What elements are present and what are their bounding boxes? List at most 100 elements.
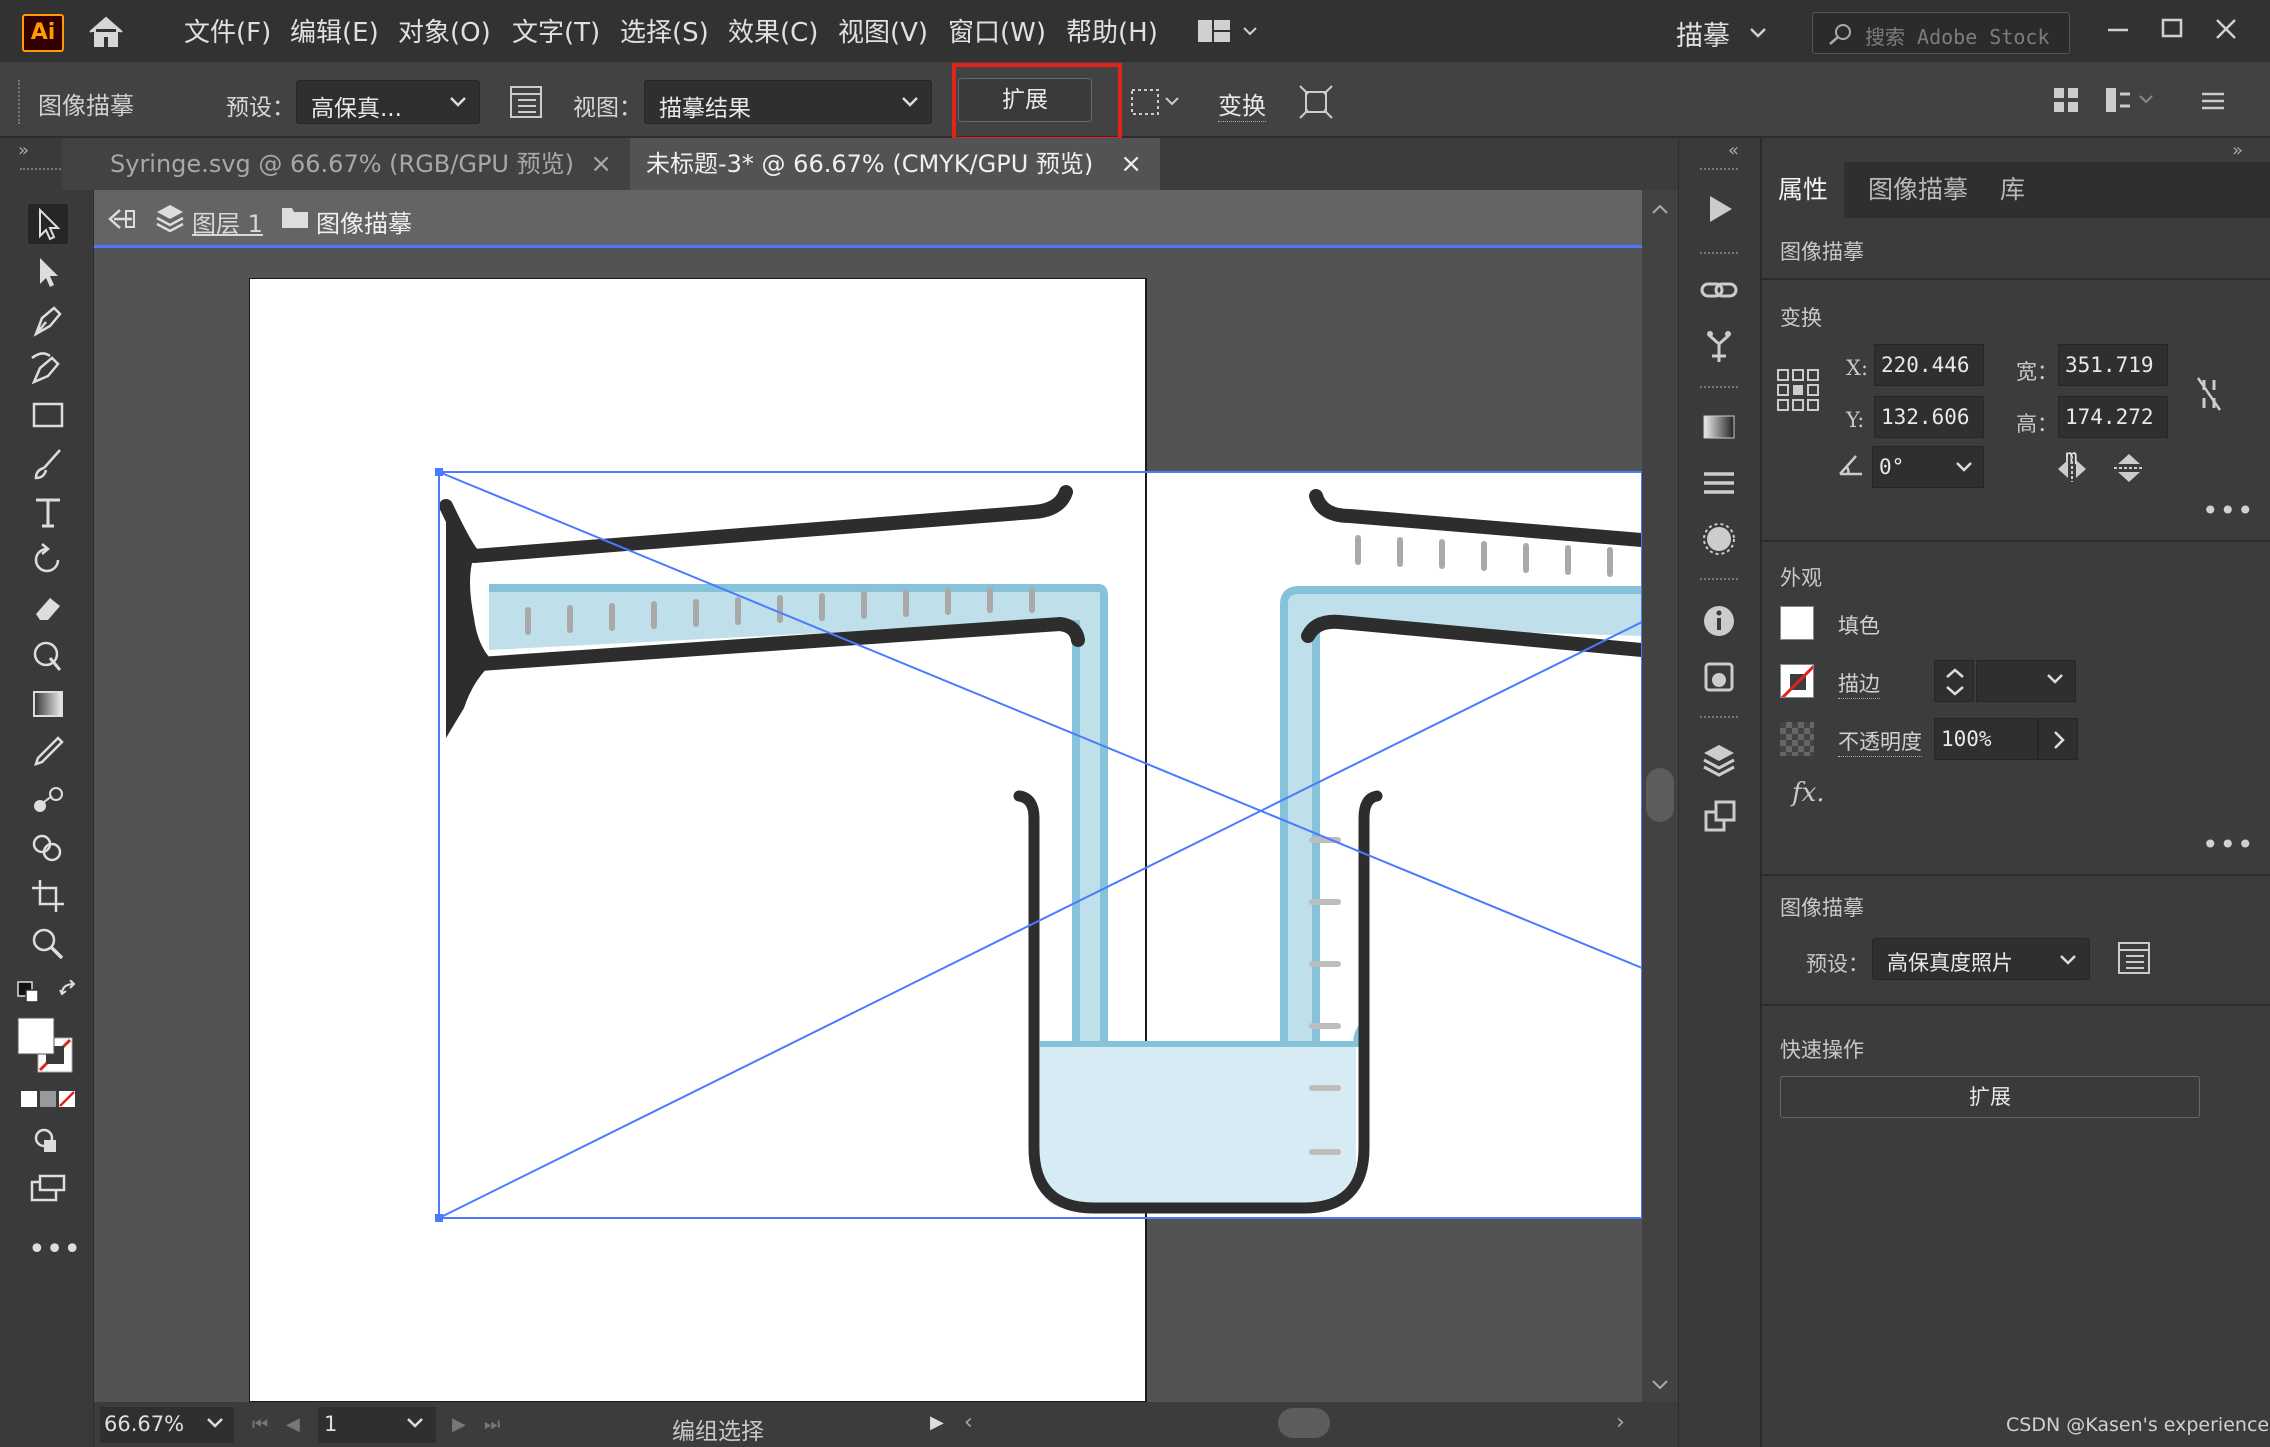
workspace-switcher[interactable]: 描摹 xyxy=(1676,14,1730,53)
scroll-left-icon[interactable]: ‹ xyxy=(964,1410,973,1435)
scroll-down-icon[interactable] xyxy=(1650,1378,1670,1392)
opacity-label[interactable]: 不透明度 xyxy=(1838,726,1922,757)
flip-vertical-icon[interactable] xyxy=(2112,452,2146,484)
layers-panel-icon[interactable] xyxy=(1698,740,1740,782)
tab-image-trace[interactable]: 图像描摹 xyxy=(1852,162,1984,218)
stroke-label[interactable]: 描边 xyxy=(1838,668,1880,699)
actions-play-icon[interactable] xyxy=(1698,188,1740,230)
x-field[interactable]: 220.446 m xyxy=(1874,344,1984,417)
scroll-right-icon[interactable]: › xyxy=(1616,1410,1625,1435)
next-page-icon[interactable]: ▶ xyxy=(452,1414,466,1435)
tab-properties[interactable]: 属性 xyxy=(1762,162,1845,218)
rotation-field[interactable]: 0° xyxy=(1872,446,1984,488)
collapse-icon[interactable]: » xyxy=(18,140,29,161)
isolate-icon[interactable] xyxy=(1296,82,1336,122)
drawing-mode-icon[interactable] xyxy=(28,1122,68,1162)
selection-tool-icon[interactable] xyxy=(28,204,68,244)
fill-swatch[interactable] xyxy=(1780,606,1814,640)
eraser-tool-icon[interactable] xyxy=(28,588,68,628)
selection-handle[interactable] xyxy=(435,468,443,476)
tab-libraries[interactable]: 库 xyxy=(1984,162,2041,218)
horizontal-scrollbar-thumb[interactable] xyxy=(1278,1408,1330,1438)
info-icon[interactable] xyxy=(1698,600,1740,642)
stroke-panel-icon[interactable] xyxy=(1698,462,1740,504)
transform-link[interactable]: 变换 xyxy=(1218,86,1266,122)
stroke-swatch[interactable] xyxy=(1780,664,1814,698)
grip-handle[interactable] xyxy=(18,80,22,124)
y-field[interactable]: 132.606 m xyxy=(1874,396,1984,469)
opacity-field[interactable]: 100% xyxy=(1934,718,2038,760)
menu-object[interactable]: 对象(O) xyxy=(398,17,491,49)
brush-tool-icon[interactable] xyxy=(28,444,68,484)
width-field[interactable]: 351.719 m xyxy=(2058,344,2168,417)
warp-tool-icon[interactable] xyxy=(28,636,68,676)
menu-type[interactable]: 文字(T) xyxy=(512,17,600,49)
swap-colors-icon[interactable] xyxy=(56,980,84,1004)
eyedropper-tool-icon[interactable] xyxy=(28,732,68,772)
stock-search-input[interactable]: 搜索 Adobe Stock xyxy=(1812,12,2070,54)
blend-tool-icon[interactable] xyxy=(28,780,68,820)
collapse-icon[interactable]: » xyxy=(2232,140,2243,161)
menu-window[interactable]: 窗口(W) xyxy=(948,17,1046,49)
image-trace-panel-icon[interactable] xyxy=(1698,656,1740,698)
flip-horizontal-icon[interactable] xyxy=(2054,454,2090,484)
rotate-tool-icon[interactable] xyxy=(28,540,68,580)
tab-untitled[interactable]: 未标题-3* @ 66.67% (CMYK/GPU 预览) × xyxy=(630,138,1160,190)
symbols-icon[interactable] xyxy=(1698,326,1740,368)
chevron-down-icon[interactable] xyxy=(2046,672,2064,686)
menu-help[interactable]: 帮助(H) xyxy=(1066,17,1158,49)
minimize-icon[interactable] xyxy=(2096,10,2140,50)
more-options-icon[interactable]: ••• xyxy=(2202,828,2255,861)
curvature-tool-icon[interactable] xyxy=(28,348,68,388)
arrange-icon[interactable] xyxy=(2050,84,2082,116)
grip-handle[interactable] xyxy=(1700,716,1738,722)
arrange-documents-icon[interactable] xyxy=(1196,16,1262,48)
menu-effect[interactable]: 效果(C) xyxy=(728,17,818,49)
gradient-panel-icon[interactable] xyxy=(1698,406,1740,448)
color-mode-icon[interactable] xyxy=(20,1090,76,1108)
menu-select[interactable]: 选择(S) xyxy=(620,17,709,49)
constrain-proportions-icon[interactable] xyxy=(2192,374,2226,414)
close-icon[interactable]: × xyxy=(590,138,612,190)
tab-syringe[interactable]: Syringe.svg @ 66.67% (RGB/GPU 预览) × xyxy=(62,138,630,190)
scroll-up-icon[interactable] xyxy=(1650,202,1670,216)
shape-builder-tool-icon[interactable] xyxy=(28,828,68,868)
breadcrumb-layer[interactable]: 图层 1 xyxy=(192,204,263,239)
chevron-down-icon[interactable] xyxy=(1955,447,1973,487)
stroke-weight-stepper[interactable] xyxy=(1934,660,1974,702)
appearance-panel-icon[interactable] xyxy=(1698,518,1740,560)
default-colors-icon[interactable] xyxy=(16,980,44,1004)
traced-artwork[interactable] xyxy=(94,248,1642,1402)
trace-preset-dropdown[interactable]: 高保真度照片 xyxy=(1872,938,2090,980)
canvas[interactable] xyxy=(94,248,1642,1402)
close-icon[interactable]: × xyxy=(1120,138,1142,190)
chevron-right-icon[interactable] xyxy=(2038,718,2078,760)
distribute-icon[interactable] xyxy=(2102,84,2158,116)
chevron-down-icon[interactable] xyxy=(1748,22,1768,42)
type-tool-icon[interactable] xyxy=(28,492,68,532)
scrollbar-thumb[interactable] xyxy=(1646,768,1674,822)
trace-options-icon[interactable] xyxy=(2116,940,2152,976)
direct-selection-tool-icon[interactable] xyxy=(28,252,68,292)
fill-stroke-indicator[interactable] xyxy=(16,1016,78,1078)
view-dropdown[interactable]: 描摹结果 xyxy=(644,80,932,124)
collapse-icon[interactable]: « xyxy=(1728,140,1739,161)
more-tools-icon[interactable]: ••• xyxy=(28,1232,81,1267)
artboards-panel-icon[interactable] xyxy=(1698,796,1740,838)
grip-handle[interactable] xyxy=(1700,386,1738,392)
menu-view[interactable]: 视图(V) xyxy=(838,17,928,49)
artboard-tool-icon[interactable] xyxy=(28,876,68,916)
chevron-down-icon[interactable] xyxy=(206,1416,224,1430)
align-icon[interactable] xyxy=(1128,84,1184,120)
grip-handle[interactable] xyxy=(1700,578,1738,584)
home-icon[interactable] xyxy=(86,12,126,52)
links-icon[interactable] xyxy=(1698,270,1740,312)
selection-handle[interactable] xyxy=(435,1214,443,1222)
gradient-tool-icon[interactable] xyxy=(28,684,68,724)
app-logo[interactable]: Ai xyxy=(22,14,64,52)
reference-point-icon[interactable] xyxy=(1776,368,1820,412)
trace-panel-icon[interactable] xyxy=(508,84,544,120)
fx-button[interactable]: fx. xyxy=(1792,778,1825,808)
menu-edit[interactable]: 编辑(E) xyxy=(290,17,379,49)
height-field[interactable]: 174.272 m xyxy=(2058,396,2168,469)
